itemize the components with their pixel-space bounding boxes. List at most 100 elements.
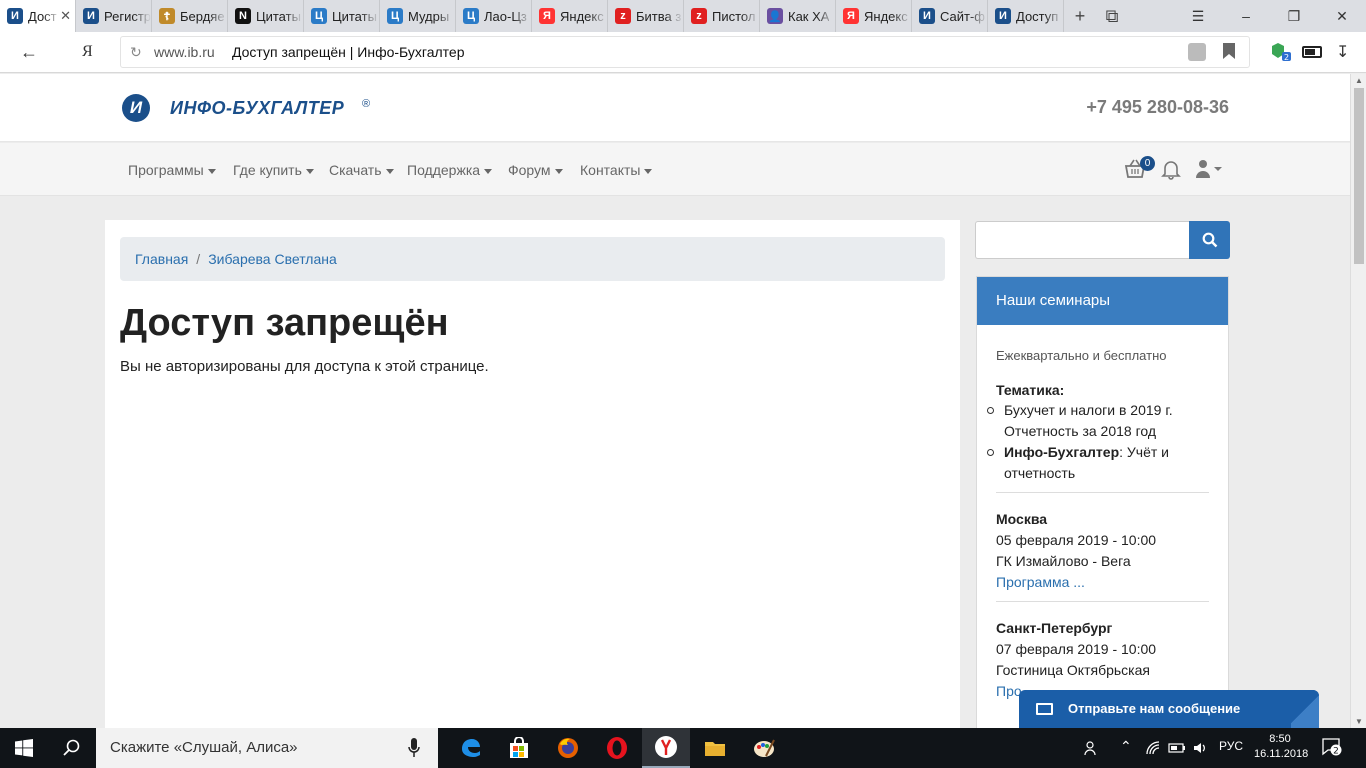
clock[interactable]: 8:50 16.11.2018 (1254, 732, 1308, 762)
browser-tab[interactable]: ИДост✕ (0, 0, 76, 32)
seminars-widget: Наши семинары Ежеквартально и бесплатно … (976, 276, 1229, 728)
battery-saver-icon[interactable] (1302, 46, 1322, 58)
tab-fade (589, 0, 607, 32)
nav-item[interactable]: Скачать (329, 162, 394, 178)
envelope-icon (1036, 703, 1053, 715)
bell-icon[interactable] (1160, 158, 1182, 180)
taskbar-edge[interactable] (447, 728, 495, 768)
tab-fade (817, 0, 835, 32)
breadcrumb-home[interactable]: Главная (135, 251, 188, 267)
extension-icon[interactable]: 2 (1270, 42, 1292, 62)
menu-icon[interactable]: ☰ (1174, 0, 1222, 32)
tab-fade (1045, 0, 1063, 32)
battery-icon[interactable] (1168, 741, 1186, 755)
taskbar-yandex-browser[interactable] (642, 728, 690, 768)
zen-icon: z (691, 8, 707, 24)
yandex-home-icon[interactable]: Я (82, 43, 93, 61)
tab-fade (133, 0, 151, 32)
caret-down-icon (207, 168, 216, 174)
minimize-icon[interactable]: – (1222, 0, 1270, 32)
tab-list-icon[interactable]: ⧉ (1096, 0, 1128, 32)
taskbar-search-button[interactable] (48, 728, 96, 768)
nav-item[interactable]: Программы (128, 162, 216, 178)
scroll-thumb[interactable] (1354, 88, 1364, 264)
taskbar-store[interactable] (495, 728, 543, 768)
browser-tab[interactable]: z Пистол (684, 0, 760, 32)
user-menu-icon[interactable] (1195, 159, 1223, 179)
language-indicator[interactable]: РУС (1219, 739, 1243, 753)
search-icon (63, 739, 80, 756)
show-hidden-icons-chevron-icon[interactable]: ⌃ (1120, 738, 1132, 755)
browser-tab[interactable]: 👤 Как ХА (760, 0, 836, 32)
breadcrumb-current[interactable]: Зибарева Светлана (208, 251, 337, 267)
close-tab-icon[interactable]: ✕ (60, 8, 71, 24)
search-button[interactable] (1189, 221, 1230, 259)
browser-tab-bar: ИДост✕ИРегистр☦БердяеNЦитатыЦЦитатыЦМудр… (0, 0, 1366, 32)
browser-tab[interactable]: И Регистр (76, 0, 152, 32)
taskbar-file-explorer[interactable] (691, 728, 739, 768)
browser-tab[interactable]: И Доступ (988, 0, 1064, 32)
phone-number: +7 495 280-08-36 (1086, 97, 1229, 117)
page-scrollbar[interactable]: ▲ ▼ (1350, 74, 1366, 728)
people-icon[interactable] (1084, 740, 1100, 756)
url-domain[interactable]: www.ib.ru (154, 44, 215, 60)
tab-fade (43, 0, 61, 32)
logo-registered-mark: ® (362, 98, 371, 110)
scroll-up-arrow-icon[interactable]: ▲ (1355, 76, 1363, 85)
cross-icon: ☦ (159, 8, 175, 24)
browser-tab[interactable]: Ц Мудры (380, 0, 456, 32)
nav-item[interactable]: Форум (508, 162, 563, 178)
taskbar-paint[interactable] (740, 728, 788, 768)
event-place: ГК Измайлово - Вега (996, 553, 1131, 569)
address-bar: ← Я ↻ www.ib.ru Доступ запрещён | Инфо-Б… (0, 32, 1366, 73)
browser-tab[interactable]: z Битва з (608, 0, 684, 32)
nav-item[interactable]: Где купить (233, 162, 314, 178)
browser-tab[interactable]: Я Яндекс (532, 0, 608, 32)
action-center-icon[interactable]: 2 (1322, 738, 1342, 756)
logo-text[interactable]: ИНФО-БУХГАЛТЕР (170, 98, 344, 119)
browser-tab[interactable]: Ц Лао-Цз (456, 0, 532, 32)
back-arrow-icon[interactable]: ← (20, 42, 38, 63)
lock-icon[interactable] (1188, 43, 1206, 61)
volume-icon[interactable] (1192, 740, 1208, 756)
breadcrumb: Главная / Зибарева Светлана (120, 237, 945, 281)
browser-tab[interactable]: N Цитаты (228, 0, 304, 32)
browser-tab[interactable]: ☦ Бердяе (152, 0, 228, 32)
n-icon: N (235, 8, 251, 24)
nav-item[interactable]: Контакты (580, 162, 653, 178)
nav-item[interactable]: Поддержка (407, 162, 493, 178)
corner-curl (1291, 690, 1319, 728)
url-page-title[interactable]: Доступ запрещён | Инфо-Бухгалтер (232, 44, 465, 60)
browser-tab[interactable]: И Сайт-ф (912, 0, 988, 32)
chat-widget-button[interactable]: Отправьте нам сообщение (1019, 690, 1319, 728)
close-window-icon[interactable]: ✕ (1318, 0, 1366, 32)
yandex-icon: Я (843, 8, 859, 24)
caret-down-icon (385, 168, 394, 174)
new-tab-icon[interactable]: + (1064, 0, 1096, 32)
nav-item-label: Контакты (580, 162, 641, 178)
browser-tab[interactable]: Я Яндекс (836, 0, 912, 32)
chat-label: Отправьте нам сообщение (1068, 701, 1241, 716)
download-icon[interactable]: ↧ (1336, 42, 1349, 62)
microphone-icon[interactable] (408, 737, 420, 759)
taskbar-firefox[interactable] (544, 728, 592, 768)
clock-time: 8:50 (1269, 733, 1291, 745)
restore-icon[interactable]: ❐ (1270, 0, 1318, 32)
reload-icon[interactable]: ↻ (130, 44, 142, 61)
event-program-link[interactable]: Программа ... (996, 572, 1209, 593)
browser-tab[interactable]: Ц Цитаты (304, 0, 380, 32)
nav-item-label: Программы (128, 162, 204, 178)
alice-search-box[interactable]: Скажите «Слушай, Алиса» (96, 728, 438, 768)
tab-fade (437, 0, 455, 32)
paint-icon (754, 739, 775, 757)
wifi-icon[interactable] (1145, 740, 1161, 756)
site-search-input[interactable] (975, 221, 1189, 259)
nav-item-label: Форум (508, 162, 551, 178)
bookmark-icon[interactable] (1222, 42, 1236, 60)
taskbar-opera[interactable] (593, 728, 641, 768)
ib-icon: И (995, 8, 1011, 24)
logo-mark[interactable]: И (122, 94, 150, 122)
scroll-down-arrow-icon[interactable]: ▼ (1355, 717, 1363, 726)
site-header: И ИНФО-БУХГАЛТЕР ® +7 495 280-08-36 (0, 74, 1350, 142)
start-button[interactable] (0, 728, 48, 768)
